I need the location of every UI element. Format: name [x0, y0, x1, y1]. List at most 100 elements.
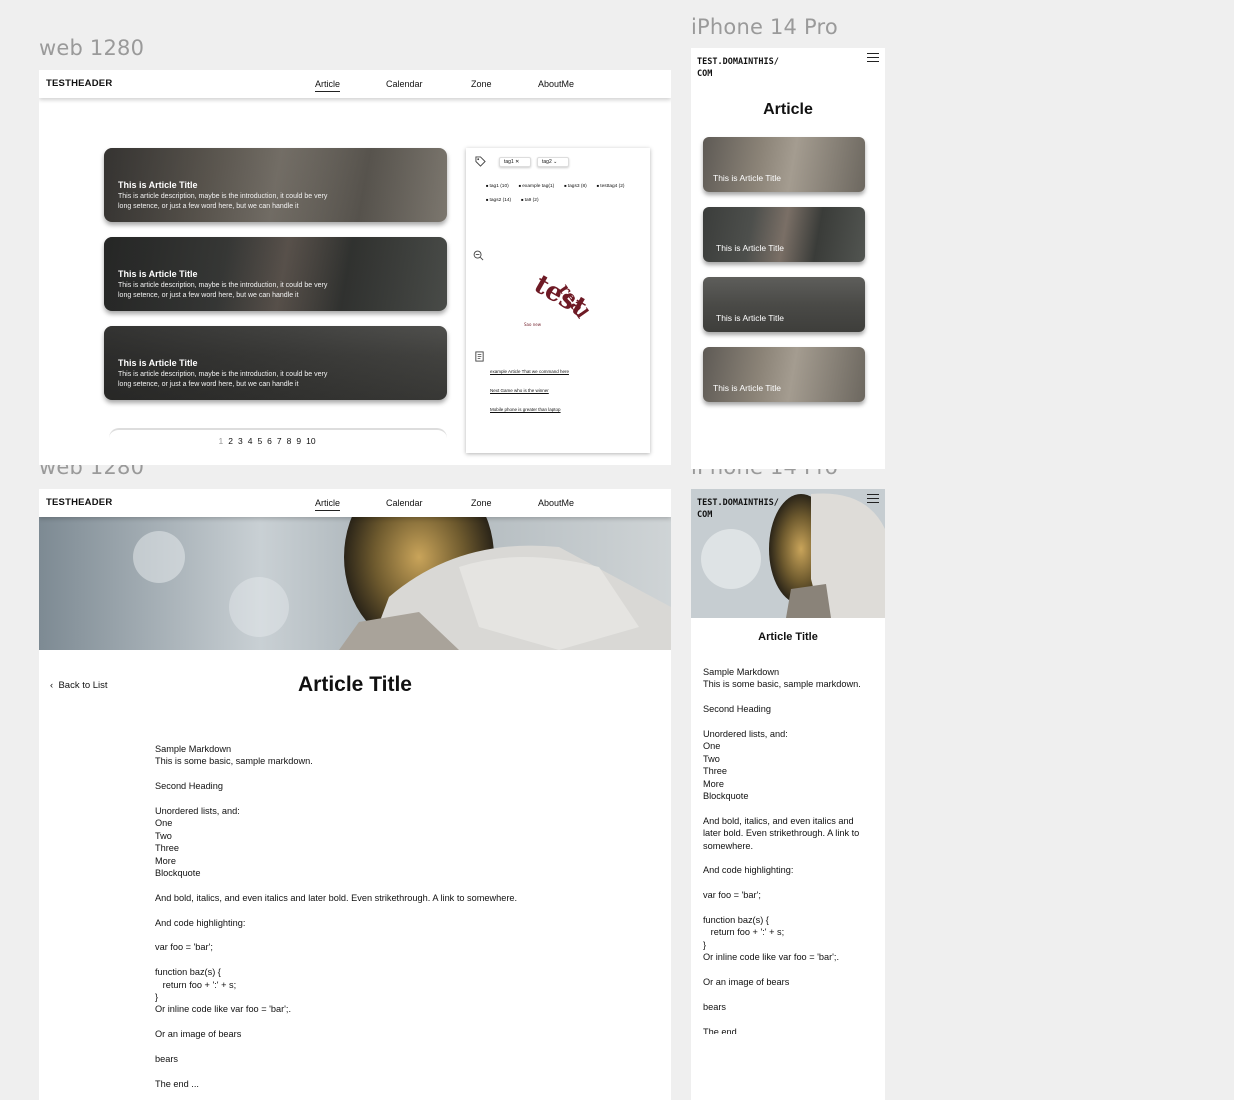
pagination: 1 2 3 4 5 6 7 8 9 10: [109, 428, 447, 450]
code-line: return foo + ':' + s;: [703, 927, 785, 938]
md-paragraph: And bold, italics, and even italics and …: [703, 815, 860, 851]
list-item: More: [155, 855, 176, 866]
md-paragraph: This is some basic, sample markdown.: [155, 756, 313, 767]
tag-link[interactable]: tag1 (10): [486, 183, 509, 189]
page-link[interactable]: 1: [219, 436, 224, 446]
web-list-frame: TESTHEADER Article Calendar Zone AboutMe…: [39, 70, 671, 465]
tag-link[interactable]: tags2 (14): [486, 197, 512, 203]
chip-label: tag2: [542, 159, 552, 165]
page-link[interactable]: 4: [248, 436, 253, 446]
related-article-link[interactable]: example Article That we command here: [490, 369, 569, 374]
tag-link[interactable]: ta9 (2): [521, 197, 539, 203]
code-line: }: [155, 992, 159, 1003]
md-paragraph: And code highlighting:: [155, 917, 246, 928]
md-paragraph: This is some basic, sample markdown.: [703, 679, 861, 690]
md-paragraph: And bold, italics, and even italics and …: [155, 892, 518, 903]
site-brand[interactable]: TESTHEADER: [46, 78, 112, 89]
code-line: }: [703, 939, 707, 950]
code-line: function baz(s) {: [155, 967, 221, 978]
related-article-link[interactable]: Mobile phone is greater than laptop: [490, 407, 561, 412]
nav-zone[interactable]: Zone: [471, 79, 492, 89]
md-text: Unordered lists, and:: [155, 806, 240, 816]
code-line: return foo + ':' + s;: [155, 979, 237, 990]
chevron-down-icon[interactable]: ⌄: [553, 159, 557, 165]
md-heading: Second Heading: [703, 704, 771, 715]
nav-zone[interactable]: Zone: [471, 498, 492, 508]
document-icon: [475, 351, 484, 362]
list-item: Two: [155, 830, 172, 841]
web-article-frame: TESTHEADER Article Calendar Zone AboutMe…: [39, 489, 671, 1100]
tag-filter-chip[interactable]: tag1 ✕: [499, 157, 531, 167]
hero-image: [39, 517, 671, 650]
list-item: Two: [703, 753, 720, 764]
tag-link[interactable]: testtag4 (2): [597, 183, 624, 189]
menu-icon[interactable]: [867, 53, 879, 63]
blockquote: Blockquote: [703, 791, 749, 802]
article-card[interactable]: This is Article Title This is article de…: [104, 148, 447, 222]
close-icon[interactable]: ✕: [515, 159, 519, 165]
site-header: TESTHEADER Article Calendar Zone AboutMe: [39, 489, 671, 517]
article-card[interactable]: This is Article Title This is article de…: [104, 326, 447, 400]
svg-text:Sao new: Sao new: [524, 322, 542, 327]
image-alt: bears: [703, 1001, 726, 1012]
page-link[interactable]: 7: [277, 436, 282, 446]
chip-label: tag1: [504, 159, 514, 165]
md-heading: Sample Markdown: [703, 667, 780, 677]
nav-calendar[interactable]: Calendar: [386, 79, 423, 89]
iphone-article-frame: TEST.DOMAINTHIS/COM Article Title Sample…: [691, 489, 885, 1100]
mobile-article-card[interactable]: This is Article Title: [703, 207, 865, 262]
word-cloud-image: test real Sao new: [524, 269, 592, 327]
sidebar-panel: tag1 ✕ tag2 ⌄ tag1 (10) example tag(1) t…: [466, 148, 650, 453]
card-description: This is article description, maybe is th…: [118, 282, 328, 299]
page-link[interactable]: 5: [257, 436, 262, 446]
tag-link[interactable]: example tag(1): [519, 183, 554, 189]
md-paragraph: The end ...: [703, 1026, 747, 1034]
card-title: This is Article Title: [716, 243, 785, 253]
mobile-domain[interactable]: TEST.DOMAINTHIS/COM: [697, 56, 779, 80]
card-title: This is Article Title: [118, 269, 198, 279]
site-brand[interactable]: TESTHEADER: [46, 497, 112, 508]
pagination-pages: 1 2 3 4 5 6 7 8 9 10: [216, 436, 318, 446]
blockquote: Blockquote: [155, 868, 201, 879]
frame-label-iphone-list: iPhone 14 Pro: [691, 15, 838, 39]
md-paragraph: Or inline code like var foo = 'bar';.: [155, 1004, 292, 1015]
nav-aboutme[interactable]: AboutMe: [538, 79, 574, 89]
nav-article[interactable]: Article: [315, 498, 341, 511]
page-link[interactable]: 10: [306, 436, 315, 446]
code-line: function baz(s) {: [703, 915, 769, 926]
article-card[interactable]: This is Article Title This is article de…: [104, 237, 447, 311]
page-link[interactable]: 8: [287, 436, 292, 446]
domain-line: COM: [697, 510, 713, 520]
list-item: Three: [155, 843, 180, 854]
domain-line: TEST.DOMAINTHIS/: [697, 498, 779, 508]
page-link[interactable]: 6: [267, 436, 272, 446]
tag-icon: [475, 156, 486, 167]
image-alt: bears: [155, 1054, 178, 1065]
page-link[interactable]: 9: [296, 436, 301, 446]
mobile-article-card[interactable]: This is Article Title: [703, 137, 865, 192]
md-heading: Second Heading: [155, 781, 223, 792]
card-title: This is Article Title: [713, 173, 782, 183]
page-link[interactable]: 3: [238, 436, 243, 446]
card-description: This is article description, maybe is th…: [118, 371, 328, 388]
nav-aboutme[interactable]: AboutMe: [538, 498, 574, 508]
mobile-article-card[interactable]: This is Article Title: [703, 277, 865, 332]
tag-list-row: tag1 (10) example tag(1) tags3 (8) testt…: [486, 183, 625, 189]
md-paragraph: Or an image of bears: [703, 977, 790, 988]
card-title: This is Article Title: [118, 180, 198, 190]
mobile-article-card[interactable]: This is Article Title: [703, 347, 865, 402]
md-heading: Sample Markdown: [155, 744, 232, 754]
list-item: More: [703, 778, 724, 789]
mobile-article-title: Article Title: [758, 631, 818, 643]
tag-link[interactable]: tags3 (8): [564, 183, 587, 189]
related-article-link[interactable]: Next Game who is the winner: [490, 388, 549, 393]
list-item: One: [155, 818, 173, 829]
domain-line: TEST.DOMAINTHIS/: [697, 57, 779, 67]
menu-icon[interactable]: [867, 494, 879, 504]
article-body: Sample Markdown This is some basic, sampl…: [155, 743, 575, 1100]
mobile-domain[interactable]: TEST.DOMAINTHIS/COM: [697, 497, 779, 521]
nav-calendar[interactable]: Calendar: [386, 498, 423, 508]
nav-article[interactable]: Article: [315, 79, 341, 92]
page-link[interactable]: 2: [228, 436, 233, 446]
tag-filter-chip[interactable]: tag2 ⌄: [537, 157, 569, 167]
